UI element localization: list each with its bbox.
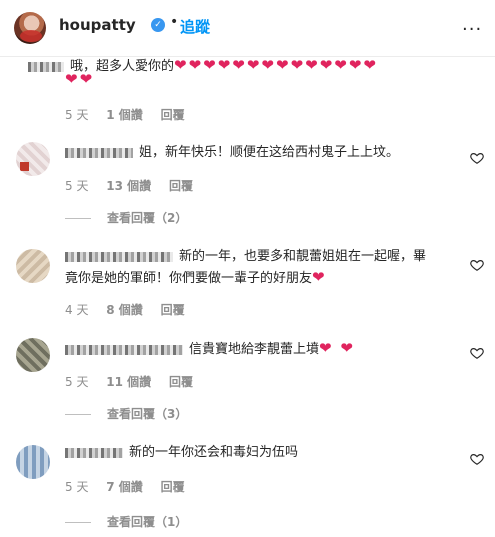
commenter-avatar[interactable] [16, 338, 50, 372]
reply-button[interactable]: 回覆 [161, 480, 185, 494]
view-replies-button[interactable]: 查看回覆（2） [65, 209, 187, 226]
reply-button[interactable]: 回覆 [161, 108, 185, 122]
comment-text-cont: ❤❤ [65, 68, 94, 92]
comment-meta: 5 天 11 個讚 回覆 [65, 373, 207, 390]
comment-meta: 5 天 13 個讚 回覆 [65, 177, 207, 194]
comment-time[interactable]: 5 天 [65, 480, 88, 494]
follow-button[interactable]: 追蹤 [180, 16, 210, 37]
comment-likes[interactable]: 13 個讚 [106, 179, 151, 193]
comment-meta: 5 天 1 個讚 回覆 [65, 106, 199, 123]
comment-time[interactable]: 4 天 [65, 303, 88, 317]
comment-likes[interactable]: 7 個讚 [106, 480, 143, 494]
separator-dot: • [170, 14, 179, 30]
comment-likes[interactable]: 1 個讚 [106, 108, 143, 122]
profile-avatar[interactable] [14, 12, 46, 44]
like-heart-icon[interactable] [470, 346, 484, 360]
commenter-avatar[interactable] [16, 142, 50, 176]
blurred-username [65, 147, 133, 158]
reply-button[interactable]: 回覆 [169, 375, 193, 389]
heart-emojis: ❤ [312, 268, 327, 286]
verified-badge-icon: ✓ [151, 18, 165, 32]
view-replies-button[interactable]: 查看回覆（3） [65, 405, 187, 422]
comment-text: 信貴寶地給李靚蕾上墳❤ ❤ [65, 337, 355, 361]
comment-meta: 5 天 7 個讚 回覆 [65, 478, 199, 495]
commenter-avatar[interactable] [16, 249, 50, 283]
divider-line [65, 414, 91, 415]
more-options-button[interactable]: ... [462, 14, 482, 35]
view-replies-button[interactable]: 查看回覆（1） [65, 513, 187, 530]
post-header: houpatty ✓ • 追蹤 ... [0, 0, 495, 57]
username-link[interactable]: houpatty [59, 16, 136, 34]
comment-time[interactable]: 5 天 [65, 108, 88, 122]
blurred-username [65, 344, 183, 355]
comment-time[interactable]: 5 天 [65, 375, 88, 389]
comment-likes[interactable]: 8 個讚 [106, 303, 143, 317]
blurred-username [65, 447, 123, 458]
comment-time[interactable]: 5 天 [65, 179, 88, 193]
heart-emojis: ❤❤ [65, 70, 95, 88]
blurred-username [28, 61, 64, 72]
blurred-username [65, 251, 173, 262]
comment-text: 姐，新年快乐！顺便在这给西村鬼子上上坟。 [65, 142, 399, 164]
divider-line [65, 218, 91, 219]
reply-button[interactable]: 回覆 [161, 303, 185, 317]
like-heart-icon[interactable] [470, 151, 484, 165]
like-heart-icon[interactable] [470, 452, 484, 466]
heart-emojis: ❤❤❤❤❤❤❤❤❤❤❤❤❤❤ [174, 56, 378, 74]
reply-button[interactable]: 回覆 [169, 179, 193, 193]
comment-meta: 4 天 8 個讚 回覆 [65, 301, 199, 318]
comment-text-cont: 竟你是她的軍師！你們要做一輩子的好朋友❤ [65, 268, 327, 286]
comment-text: 新的一年你还会和毒妇为伍吗 [65, 442, 298, 464]
comment-text: 新的一年，也要多和靚蕾姐姐在一起喔，畢 [65, 246, 426, 268]
heart-emojis: ❤ ❤ [319, 339, 355, 357]
divider-line [65, 522, 91, 523]
commenter-avatar[interactable] [16, 445, 50, 479]
like-heart-icon[interactable] [470, 258, 484, 272]
comment-likes[interactable]: 11 個讚 [106, 375, 151, 389]
